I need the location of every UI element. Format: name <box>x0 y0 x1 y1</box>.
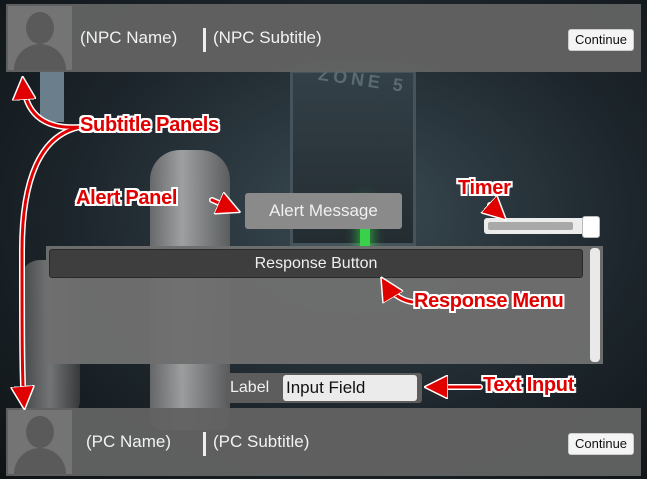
annotation-arrows <box>0 0 647 479</box>
annotation-timer: Timer <box>458 177 511 199</box>
annotation-subtitle-panels: Subtitle Panels <box>80 114 219 136</box>
annotation-response-menu: Response Menu <box>414 290 564 312</box>
annotation-alert-panel: Alert Panel <box>76 187 178 209</box>
annotation-text-input: Text Input <box>483 374 575 396</box>
arrow-alert <box>210 200 235 210</box>
arrow-subtitle-bottom <box>22 125 82 404</box>
